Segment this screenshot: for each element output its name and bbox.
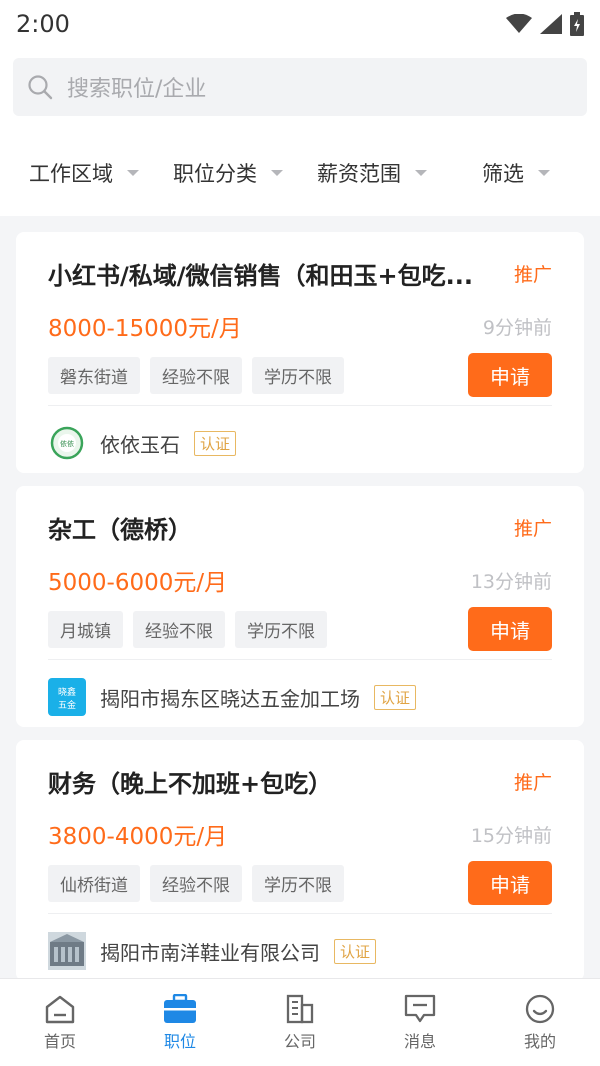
cert-badge: 认证 xyxy=(334,938,377,964)
nav-label: 首页 xyxy=(43,1031,76,1051)
job-salary: 3800-4000元/月 xyxy=(48,824,228,850)
company-row[interactable]: 晓鑫 五金 揭阳市揭东区晓达五金加工场 认证 xyxy=(48,678,552,716)
filter-work-area[interactable]: 工作区域 xyxy=(12,158,156,188)
apply-button[interactable]: 申请 xyxy=(468,353,552,397)
promo-badge: 推广 xyxy=(513,264,552,286)
company-logo xyxy=(48,932,86,970)
building-icon xyxy=(286,994,314,1023)
search-placeholder: 搜索职位/企业 xyxy=(67,77,207,102)
nav-profile[interactable]: 我的 xyxy=(480,979,600,1066)
company-name: 依依玉石 xyxy=(100,432,180,457)
divider xyxy=(48,659,552,660)
tag-education: 学历不限 xyxy=(252,356,344,394)
cert-badge: 认证 xyxy=(374,684,417,710)
home-icon xyxy=(45,995,75,1023)
job-card[interactable]: 小红书/私域/微信销售（和田玉+包吃... 推广 8000-15000元/月 9… xyxy=(16,232,584,473)
cellular-signal-icon xyxy=(540,14,562,34)
filter-label: 薪资范围 xyxy=(317,162,401,186)
caret-down-icon xyxy=(127,170,139,176)
tag-experience: 经验不限 xyxy=(133,610,225,648)
filter-label: 职位分类 xyxy=(173,162,257,186)
tag-location: 仙桥街道 xyxy=(48,864,140,902)
cert-badge: 认证 xyxy=(194,430,237,456)
filter-label: 工作区域 xyxy=(29,162,113,186)
caret-down-icon xyxy=(415,170,427,176)
wifi-icon xyxy=(506,14,532,33)
company-row[interactable]: 依依 依依玉石 认证 xyxy=(48,424,552,462)
message-icon xyxy=(404,994,436,1022)
job-title: 财务（晚上不加班+包吃） xyxy=(48,770,333,798)
apply-button[interactable]: 申请 xyxy=(468,861,552,905)
divider xyxy=(48,913,552,914)
tag-education: 学历不限 xyxy=(252,864,344,902)
jade-logo-icon: 依依 xyxy=(50,426,84,460)
filter-bar: 工作区域 职位分类 薪资范围 筛选 xyxy=(0,130,600,216)
tag-experience: 经验不限 xyxy=(150,864,242,902)
nav-home[interactable]: 首页 xyxy=(0,979,120,1066)
job-title: 小红书/私域/微信销售（和田玉+包吃... xyxy=(48,262,473,290)
briefcase-icon xyxy=(164,993,196,1023)
battery-icon xyxy=(570,12,584,36)
building-photo-icon xyxy=(48,932,86,970)
tag-location: 磐东街道 xyxy=(48,356,140,394)
job-tags: 月城镇 经验不限 学历不限 xyxy=(48,610,327,648)
caret-down-icon xyxy=(271,170,283,176)
divider xyxy=(48,405,552,406)
status-icons xyxy=(506,12,584,36)
filter-label: 筛选 xyxy=(482,162,524,186)
nav-label: 公司 xyxy=(283,1031,316,1051)
job-tags: 磐东街道 经验不限 学历不限 xyxy=(48,356,344,394)
job-title: 杂工（德桥） xyxy=(48,516,192,544)
promo-badge: 推广 xyxy=(513,772,552,794)
nav-label: 职位 xyxy=(163,1031,196,1051)
status-time: 2:00 xyxy=(16,10,70,38)
filter-more[interactable]: 筛选 xyxy=(444,158,588,188)
company-logo: 晓鑫 五金 xyxy=(48,678,86,716)
bottom-nav: 首页 职位 公司 消息 我的 xyxy=(0,978,600,1066)
job-salary: 8000-15000元/月 xyxy=(48,316,242,342)
search-input[interactable]: 搜索职位/企业 xyxy=(13,58,587,116)
nav-messages[interactable]: 消息 xyxy=(360,979,480,1066)
search-icon xyxy=(28,75,53,100)
nav-jobs[interactable]: 职位 xyxy=(120,979,240,1066)
tag-location: 月城镇 xyxy=(48,610,123,648)
job-card[interactable]: 财务（晚上不加班+包吃） 推广 3800-4000元/月 15分钟前 仙桥街道 … xyxy=(16,740,584,981)
post-time: 15分钟前 xyxy=(470,824,552,847)
filter-salary-range[interactable]: 薪资范围 xyxy=(300,158,444,188)
status-bar: 2:00 xyxy=(0,0,600,48)
job-salary: 5000-6000元/月 xyxy=(48,570,228,596)
company-row[interactable]: 揭阳市南洋鞋业有限公司 认证 xyxy=(48,932,552,970)
svg-text:依依: 依依 xyxy=(60,439,74,448)
promo-badge: 推广 xyxy=(513,518,552,540)
svg-text:五金: 五金 xyxy=(58,699,76,711)
svg-text:晓鑫: 晓鑫 xyxy=(58,686,76,698)
job-tags: 仙桥街道 经验不限 学历不限 xyxy=(48,864,344,902)
caret-down-icon xyxy=(538,170,550,176)
nav-company[interactable]: 公司 xyxy=(240,979,360,1066)
tag-experience: 经验不限 xyxy=(150,356,242,394)
post-time: 13分钟前 xyxy=(470,570,552,593)
search-section: 搜索职位/企业 xyxy=(0,48,600,130)
filter-job-category[interactable]: 职位分类 xyxy=(156,158,300,188)
company-logo: 依依 xyxy=(48,424,86,462)
apply-button[interactable]: 申请 xyxy=(468,607,552,651)
nav-label: 消息 xyxy=(403,1031,436,1051)
job-card[interactable]: 杂工（德桥） 推广 5000-6000元/月 13分钟前 月城镇 经验不限 学历… xyxy=(16,486,584,727)
company-name: 揭阳市揭东区晓达五金加工场 xyxy=(100,686,360,711)
hardware-logo-icon: 晓鑫 五金 xyxy=(58,686,76,711)
job-list: 小红书/私域/微信销售（和田玉+包吃... 推广 8000-15000元/月 9… xyxy=(0,216,600,981)
tag-education: 学历不限 xyxy=(235,610,327,648)
profile-icon xyxy=(525,994,555,1023)
company-name: 揭阳市南洋鞋业有限公司 xyxy=(100,940,320,965)
nav-label: 我的 xyxy=(523,1031,556,1051)
post-time: 9分钟前 xyxy=(482,316,552,339)
